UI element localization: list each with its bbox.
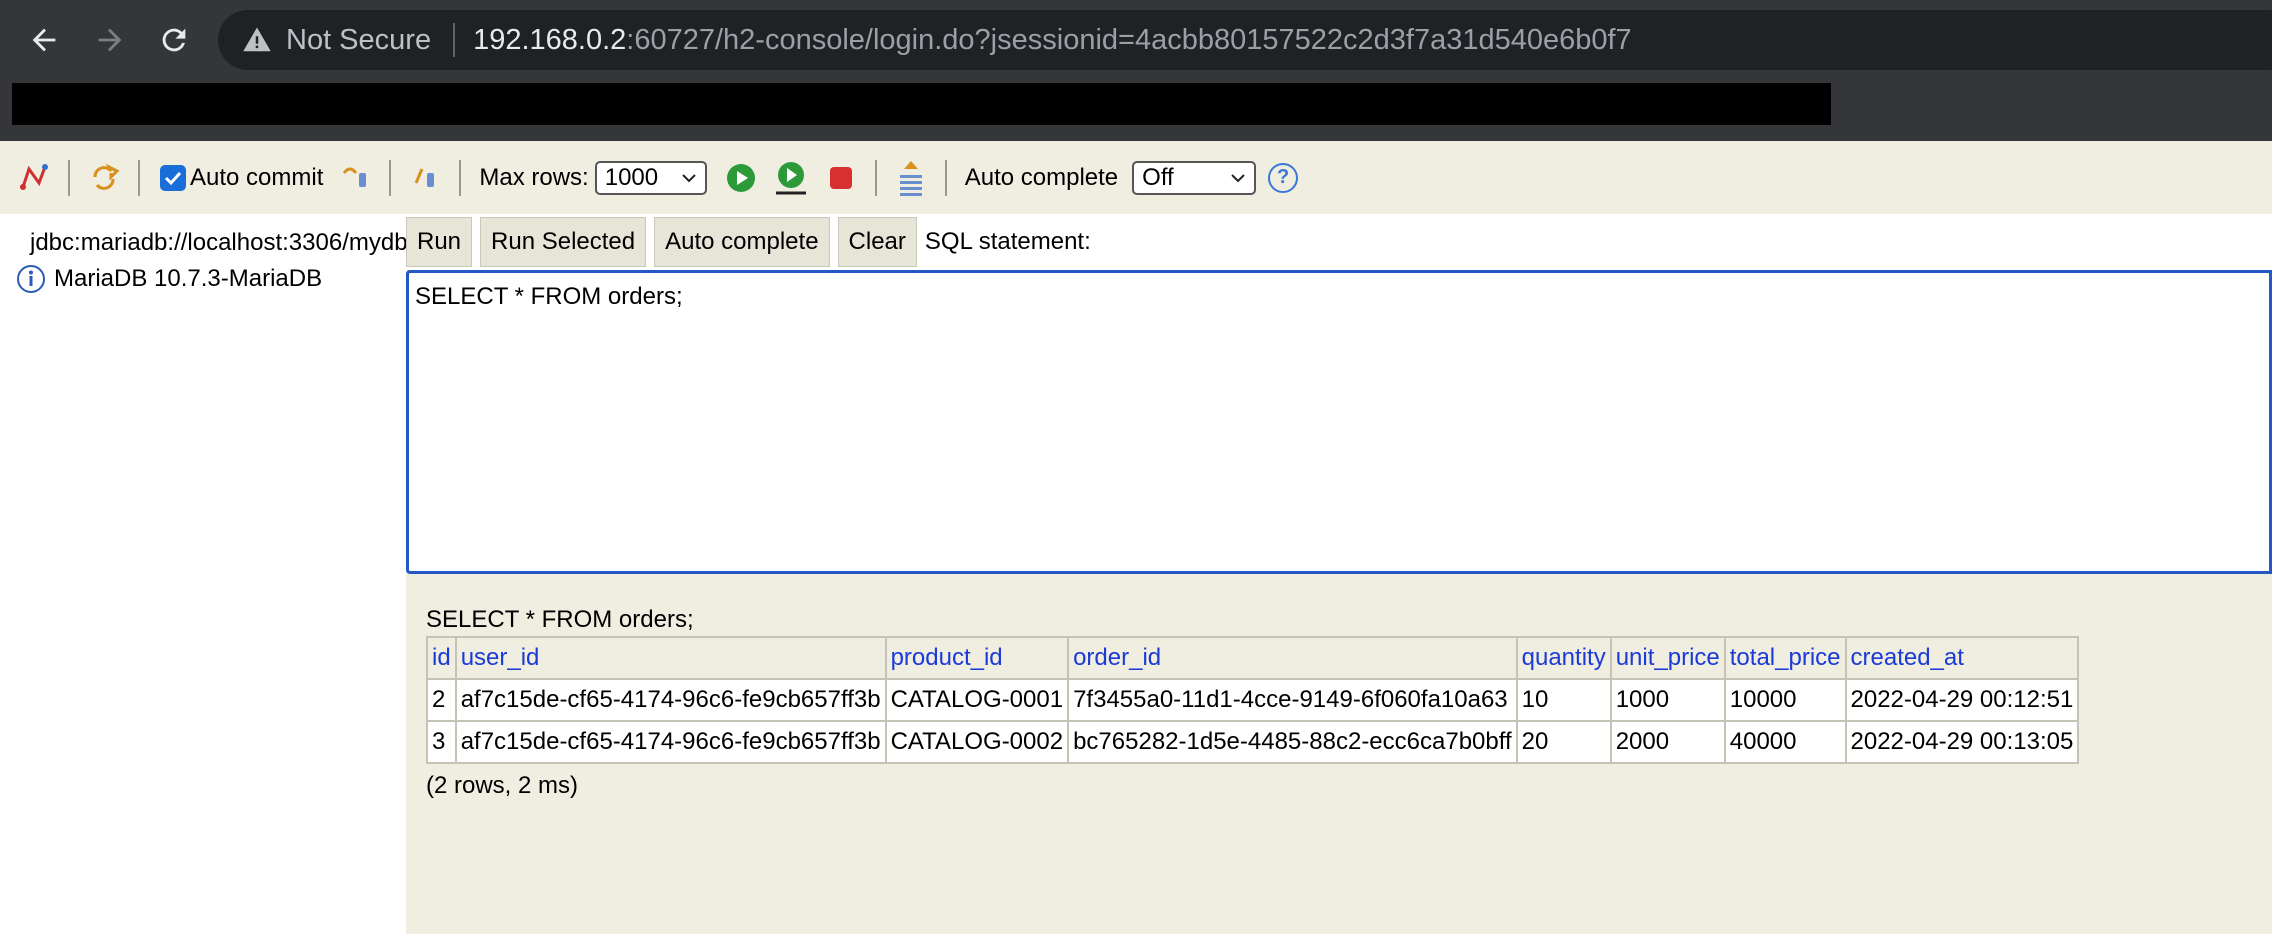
arrow-right-icon [98, 28, 122, 52]
max-rows-label: Max rows: [479, 163, 589, 191]
redacted-bar [12, 83, 1831, 125]
chevron-down-icon [1231, 173, 1245, 182]
toolbar-divider [68, 159, 70, 196]
table-row: 3 af7c15de-cf65-4174-96c6-fe9cb657ff3b C… [426, 720, 2080, 764]
column-header[interactable]: created_at [1844, 636, 2080, 680]
commit-icon[interactable] [405, 158, 445, 198]
stop-icon[interactable] [821, 158, 861, 198]
auto-complete-value: Off [1142, 163, 1174, 191]
main-area: jdbc:mariadb://localhost:3306/mydb Maria… [0, 214, 2272, 934]
url-host: 192.168.0.2 [473, 23, 627, 56]
query-panel: Run Run Selected Auto complete Clear SQL… [406, 214, 2272, 934]
table-cell: af7c15de-cf65-4174-96c6-fe9cb657ff3b [454, 678, 887, 722]
schema-tree: jdbc:mariadb://localhost:3306/mydb Maria… [0, 214, 406, 934]
result-summary: (2 rows, 2 ms) [426, 772, 579, 799]
table-cell: 2022-04-29 00:12:51 [1844, 678, 2080, 722]
query-bar: Run Run Selected Auto complete Clear SQL… [406, 214, 2272, 270]
help-icon[interactable]: ? [1268, 162, 1299, 193]
result-table: id user_id product_id order_id quantity … [426, 636, 2080, 764]
table-cell: 20 [1515, 720, 1612, 764]
toolbar-divider [874, 159, 877, 196]
table-cell: 1000 [1609, 678, 1726, 722]
max-rows-select[interactable]: 1000 [594, 160, 707, 195]
history-icon[interactable] [891, 158, 931, 198]
browser-chrome: Not Secure 192.168.0.2:60727/h2-console/… [0, 0, 2272, 141]
table-cell: CATALOG-0002 [884, 720, 1070, 764]
arrow-left-icon [32, 28, 56, 52]
clear-button[interactable]: Clear [837, 217, 917, 267]
toolbar-divider [459, 159, 462, 196]
back-button[interactable] [16, 14, 72, 66]
table-cell: 2022-04-29 00:13:05 [1844, 720, 2080, 764]
sql-text: SELECT * FROM orders; [415, 283, 683, 310]
table-cell: 10000 [1723, 678, 1847, 722]
security-status[interactable]: Not Secure [286, 24, 431, 57]
info-icon [17, 265, 45, 293]
auto-commit-label: Auto commit [190, 163, 324, 191]
address-separator [453, 23, 456, 57]
column-header[interactable]: product_id [884, 636, 1070, 680]
url-path: :60727/h2-console/login.do?jsessionid=4a… [626, 23, 1632, 56]
refresh-icon[interactable] [84, 158, 124, 198]
forward-button[interactable] [82, 14, 138, 66]
disconnect-icon[interactable] [14, 158, 54, 198]
result-header-row: id user_id product_id order_id quantity … [426, 636, 2080, 680]
column-header[interactable]: unit_price [1609, 636, 1726, 680]
browser-window: Not Secure 192.168.0.2:60727/h2-console/… [0, 0, 2272, 934]
result-query-title: SELECT * FROM orders; [426, 606, 694, 633]
reload-icon [162, 28, 186, 52]
connection-url: jdbc:mariadb://localhost:3306/mydb [30, 229, 406, 256]
table-cell: 2 [426, 678, 457, 722]
run-selected-button[interactable]: Run Selected [480, 217, 647, 267]
chevron-down-icon [682, 173, 696, 182]
auto-complete-select[interactable]: Off [1132, 160, 1257, 195]
database-version: MariaDB 10.7.3-MariaDB [54, 265, 323, 292]
table-cell: bc765282-1d5e-4485-88c2-ecc6ca7b0bff [1067, 720, 1518, 764]
table-cell: 40000 [1723, 720, 1847, 764]
auto-commit-checkbox[interactable] [160, 164, 186, 191]
auto-complete-label: Auto complete [964, 163, 1119, 191]
tree-connection-node[interactable]: jdbc:mariadb://localhost:3306/mydb [16, 228, 406, 258]
column-header[interactable]: user_id [454, 636, 887, 680]
table-cell: 3 [426, 720, 457, 764]
column-header[interactable]: total_price [1723, 636, 1847, 680]
run-icon[interactable] [721, 158, 761, 198]
toolbar-divider [944, 159, 947, 196]
run-selected-icon[interactable] [771, 158, 811, 198]
sql-statement-label: SQL statement: [924, 228, 1091, 255]
rollback-icon[interactable] [335, 158, 375, 198]
sql-editor[interactable]: SELECT * FROM orders; [406, 270, 2272, 574]
address-bar[interactable]: Not Secure 192.168.0.2:60727/h2-console/… [218, 10, 2272, 70]
toolbar-divider [389, 159, 392, 196]
column-header[interactable]: order_id [1067, 636, 1518, 680]
run-button[interactable]: Run [406, 217, 473, 267]
checkmark-icon [164, 171, 182, 185]
toolbar-divider [138, 159, 140, 196]
table-cell: CATALOG-0001 [884, 678, 1070, 722]
table-cell: af7c15de-cf65-4174-96c6-fe9cb657ff3b [454, 720, 887, 764]
tree-version-node: MariaDB 10.7.3-MariaDB [16, 264, 406, 294]
reload-button[interactable] [146, 14, 202, 66]
table-cell: 2000 [1609, 720, 1726, 764]
max-rows-value: 1000 [604, 163, 659, 191]
h2-toolbar: Auto commit Max rows: 1000 Auto complete [0, 141, 2272, 214]
column-header[interactable]: id [426, 636, 457, 680]
table-cell: 7f3455a0-11d1-4cce-9149-6f060fa10a63 [1067, 678, 1518, 722]
table-cell: 10 [1515, 678, 1612, 722]
auto-complete-button[interactable]: Auto complete [654, 217, 830, 267]
column-header[interactable]: quantity [1515, 636, 1612, 680]
help-glyph: ? [1277, 166, 1290, 188]
warning-icon [243, 27, 271, 52]
table-row: 2 af7c15de-cf65-4174-96c6-fe9cb657ff3b C… [426, 678, 2080, 722]
